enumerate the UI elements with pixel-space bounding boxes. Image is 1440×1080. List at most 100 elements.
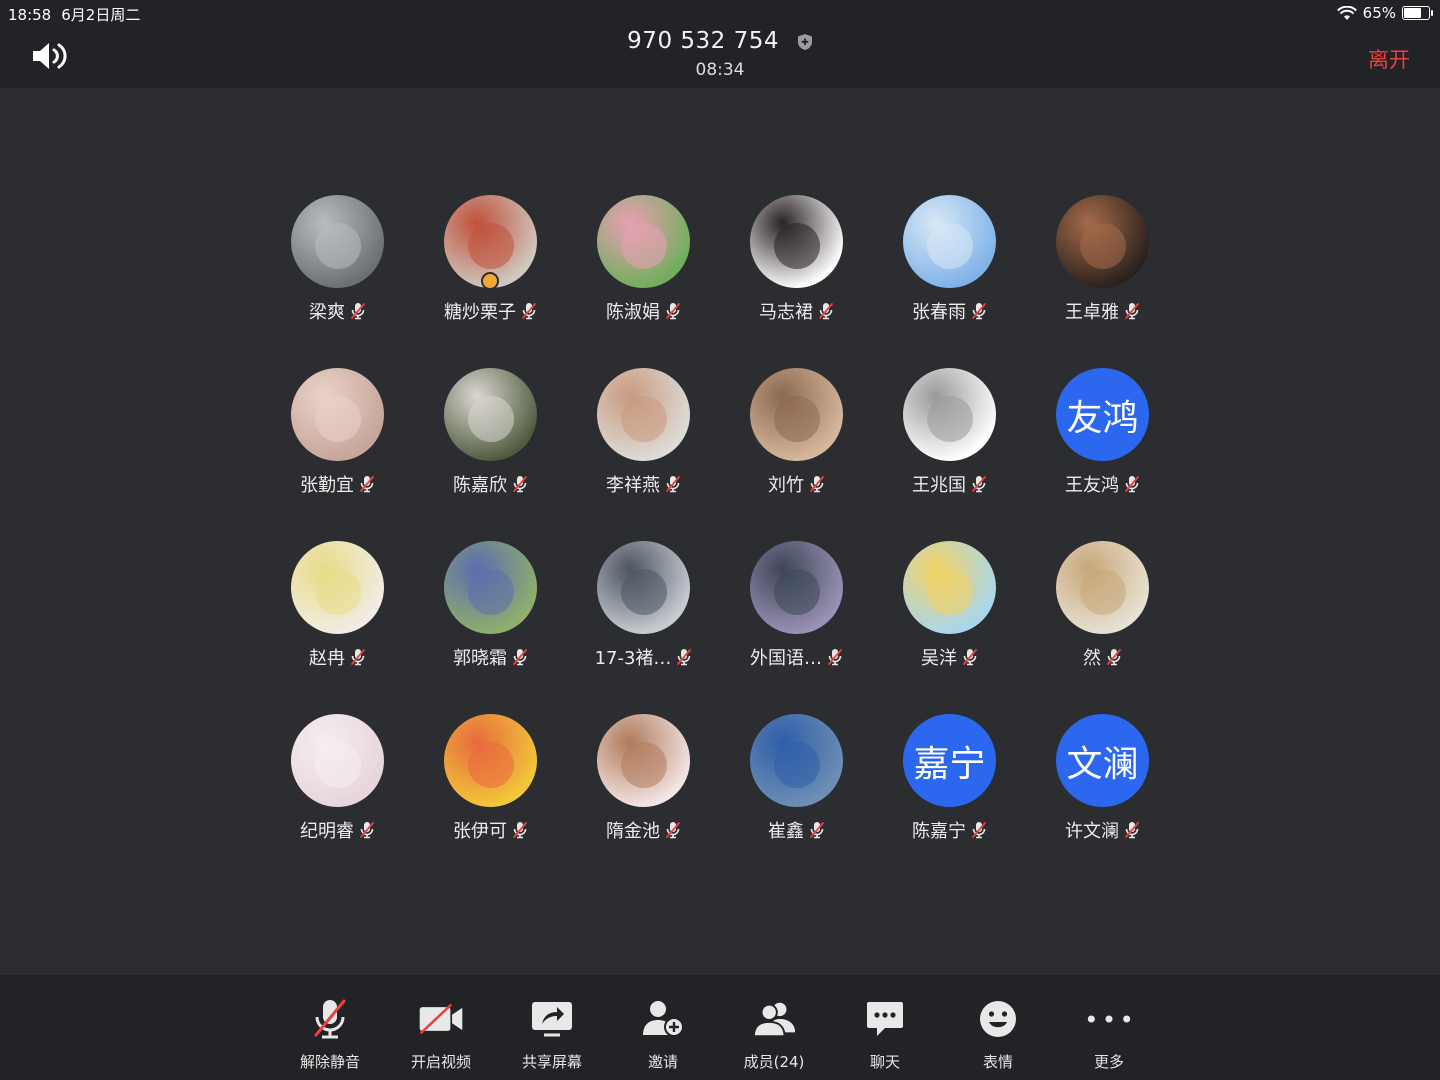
participant-tile[interactable]: 纪明睿 [261, 714, 414, 887]
avatar-photo-shape [774, 223, 820, 269]
participant-name-row: 纪明睿 [300, 817, 375, 843]
avatar: 友鸿 [1056, 368, 1149, 461]
participant-tile[interactable]: 友鸿 王友鸿 [1026, 368, 1179, 541]
participant-tile[interactable]: 外国语… [720, 541, 873, 714]
avatar [597, 368, 690, 461]
avatar: 嘉宁 [903, 714, 996, 807]
participant-name: 王友鸿 [1065, 475, 1119, 496]
participant-name: 马志裙 [759, 302, 813, 323]
participant-name-row: 赵冉 [309, 644, 366, 670]
avatar-initials: 文澜 [1066, 743, 1139, 785]
participant-name-row: 张勤宜 [300, 471, 375, 497]
participant-name-row: 然 [1083, 644, 1122, 670]
status-bar-left: 18:58 6月2日周二 [8, 4, 140, 25]
unmute-button[interactable]: 解除静音 [275, 975, 385, 1080]
participant-name: 崔鑫 [768, 821, 804, 842]
participant-tile[interactable]: 陈淑娟 [567, 195, 720, 368]
participant-tile[interactable]: 刘竹 [720, 368, 873, 541]
share-screen-button[interactable]: 共享屏幕 [497, 975, 607, 1080]
participant-tile[interactable]: 李祥燕 [567, 368, 720, 541]
avatar-photo-shape [1080, 223, 1126, 269]
mic-muted-icon [360, 476, 374, 493]
avatar [291, 541, 384, 634]
video-off-icon [418, 997, 464, 1041]
avatar-photo-shape [1080, 569, 1126, 615]
avatar [1056, 541, 1149, 634]
participant-name: 纪明睿 [300, 821, 354, 842]
participant-name: 许文澜 [1065, 821, 1119, 842]
avatar [444, 195, 537, 290]
reactions-button[interactable]: 表情 [943, 975, 1053, 1080]
participant-name: 陈淑娟 [606, 302, 660, 323]
avatar [291, 714, 384, 807]
chat-button[interactable]: 聊天 [830, 975, 940, 1080]
more-dots-icon [1086, 997, 1132, 1041]
avatar [444, 714, 537, 807]
mic-muted-icon [972, 476, 986, 493]
mic-muted-icon [522, 303, 536, 320]
share-screen-label: 共享屏幕 [521, 1053, 582, 1071]
participant-tile[interactable]: 嘉宁 陈嘉宁 [873, 714, 1026, 887]
mic-muted-icon [828, 649, 842, 666]
mic-muted-icon [677, 649, 692, 666]
participant-tile[interactable]: 梁爽 [261, 195, 414, 368]
participant-name: 糖炒栗子 [444, 302, 516, 323]
participant-tile[interactable]: 文澜 许文澜 [1026, 714, 1179, 887]
participant-tile[interactable]: 17-3褚… [567, 541, 720, 714]
participant-name: 张春雨 [912, 302, 966, 323]
chat-label: 聊天 [869, 1053, 900, 1071]
participant-name-row: 郭晓霜 [453, 644, 528, 670]
mic-muted-icon [972, 303, 986, 320]
invite-button[interactable]: 邀请 [608, 975, 718, 1080]
participant-tile[interactable]: 张伊可 [414, 714, 567, 887]
participant-tile[interactable]: 赵冉 [261, 541, 414, 714]
avatar-photo-shape [774, 396, 820, 442]
avatar-photo-shape [621, 742, 667, 788]
mic-muted-icon [666, 303, 680, 320]
participant-tile[interactable]: 吴洋 [873, 541, 1026, 714]
participant-name: 陈嘉宁 [912, 821, 966, 842]
participant-name: 外国语… [750, 648, 822, 669]
battery-percent: 65% [1362, 4, 1396, 22]
participant-name-row: 崔鑫 [768, 817, 825, 843]
participant-tile[interactable]: 张春雨 [873, 195, 1026, 368]
participant-tile[interactable]: 糖炒栗子 [414, 195, 567, 368]
avatar-photo-shape [315, 223, 361, 269]
more-button[interactable]: 更多 [1054, 975, 1164, 1080]
participant-name: 李祥燕 [606, 475, 660, 496]
avatar-photo-shape [315, 569, 361, 615]
participant-tile[interactable]: 郭晓霜 [414, 541, 567, 714]
invite-label: 邀请 [647, 1053, 678, 1071]
avatar-photo-shape [315, 396, 361, 442]
mic-muted-icon [810, 822, 824, 839]
members-label: 成员(24) [743, 1053, 805, 1071]
avatar [903, 368, 996, 461]
leave-button[interactable]: 离开 [1368, 44, 1410, 74]
start-video-button[interactable]: 开启视频 [386, 975, 496, 1080]
start-video-label: 开启视频 [410, 1053, 471, 1071]
mic-muted-icon [810, 476, 824, 493]
shield-icon[interactable] [797, 33, 813, 51]
mic-muted-icon [666, 822, 680, 839]
participant-tile[interactable]: 张勤宜 [261, 368, 414, 541]
participant-tile[interactable]: 隋金池 [567, 714, 720, 887]
participant-tile[interactable]: 崔鑫 [720, 714, 873, 887]
status-date: 6月2日周二 [61, 6, 141, 24]
participant-tile[interactable]: 王卓雅 [1026, 195, 1179, 368]
participant-tile[interactable]: 王兆国 [873, 368, 1026, 541]
mic-muted-icon [1125, 303, 1139, 320]
participant-tile[interactable]: 然 [1026, 541, 1179, 714]
meeting-id[interactable]: 970 532 754 [627, 28, 779, 54]
avatar-photo-shape [468, 223, 514, 269]
avatar-photo-shape [468, 742, 514, 788]
members-button[interactable]: 成员(24) [719, 975, 829, 1080]
participant-tile[interactable]: 陈嘉欣 [414, 368, 567, 541]
participant-name-row: 梁爽 [309, 298, 366, 324]
mic-muted-icon [1125, 476, 1139, 493]
participant-name-row: 李祥燕 [606, 471, 681, 497]
avatar-photo-shape [468, 396, 514, 442]
participant-tile[interactable]: 马志裙 [720, 195, 873, 368]
mic-muted-icon [666, 476, 680, 493]
avatar-photo-shape [621, 223, 667, 269]
avatar-photo-shape [315, 742, 361, 788]
